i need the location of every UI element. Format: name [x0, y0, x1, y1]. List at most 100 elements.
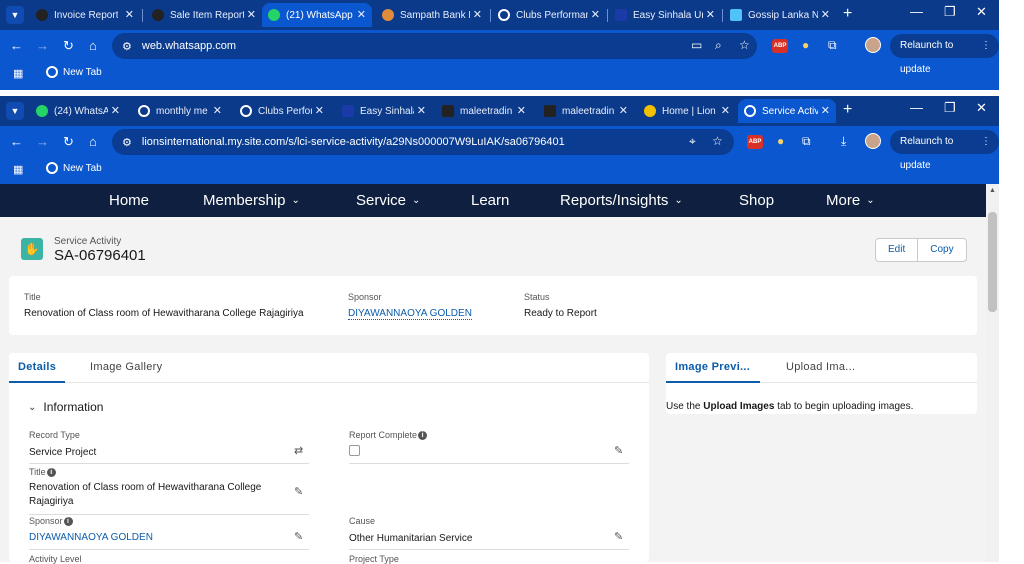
- tab-home-lions[interactable]: Home | Lion ✕: [638, 99, 736, 123]
- zoom-icon[interactable]: ⌕: [715, 38, 722, 53]
- report-complete-checkbox[interactable]: [349, 445, 360, 456]
- new-tab-icon[interactable]: +: [843, 5, 852, 23]
- profile-avatar[interactable]: [865, 133, 881, 149]
- close-window-icon[interactable]: ✕: [976, 4, 987, 20]
- home-icon[interactable]: ⌂: [89, 38, 97, 53]
- tab-sale-item-report[interactable]: Sale Item Report ✕: [146, 3, 262, 27]
- extension-icon[interactable]: ●: [802, 38, 809, 52]
- extension-icon[interactable]: ●: [777, 134, 784, 148]
- tab-clubs-performance[interactable]: Clubs Performan ✕: [492, 3, 606, 27]
- relaunch-button[interactable]: Relaunch to update ⋮: [890, 130, 999, 171]
- tab-maleetrading-2[interactable]: maleetradin ✕: [538, 99, 634, 123]
- site-info-icon[interactable]: ⚙: [122, 40, 132, 53]
- close-tab-icon[interactable]: ✕: [247, 8, 256, 21]
- close-tab-icon[interactable]: ✕: [315, 104, 324, 117]
- pencil-edit-icon[interactable]: ✎: [614, 530, 623, 543]
- extensions-puzzle-icon[interactable]: ⧉: [828, 38, 837, 53]
- extensions-puzzle-icon[interactable]: ⧉: [802, 134, 811, 149]
- close-tab-icon[interactable]: ✕: [357, 8, 366, 21]
- adblock-plus-icon[interactable]: ABP: [772, 39, 788, 53]
- reload-icon[interactable]: ↻: [63, 134, 74, 150]
- minimize-icon[interactable]: —: [910, 4, 923, 19]
- nav-shop[interactable]: Shop: [739, 192, 774, 209]
- pencil-edit-icon[interactable]: ✎: [294, 485, 303, 498]
- page-scrollbar[interactable]: ▲: [986, 184, 999, 562]
- forward-arrow-icon[interactable]: →: [36, 38, 49, 53]
- close-tab-icon[interactable]: ✕: [125, 8, 134, 21]
- tab-clubs-performance[interactable]: Clubs Perfor ✕: [234, 99, 330, 123]
- menu-dots-icon[interactable]: ⋮: [981, 34, 991, 58]
- close-window-icon[interactable]: ✕: [976, 100, 987, 116]
- tab-maleetrading-1[interactable]: maleetradin ✕: [436, 99, 532, 123]
- close-tab-icon[interactable]: ✕: [821, 104, 830, 117]
- bookmark-star-icon[interactable]: ☆: [712, 134, 723, 148]
- nav-learn[interactable]: Learn: [471, 192, 509, 209]
- change-record-type-icon[interactable]: ⇄: [294, 444, 303, 457]
- site-info-icon[interactable]: ⚙: [122, 136, 132, 149]
- tab-easy-sinhala[interactable]: Easy Sinhala Uni ✕: [609, 3, 721, 27]
- close-tab-icon[interactable]: ✕: [473, 8, 482, 21]
- scroll-up-icon[interactable]: ▲: [989, 187, 996, 194]
- home-icon[interactable]: ⌂: [89, 134, 97, 149]
- apps-grid-icon[interactable]: ▦: [13, 67, 23, 80]
- close-tab-icon[interactable]: ✕: [417, 104, 426, 117]
- nav-membership[interactable]: Membership ⌄: [203, 192, 300, 209]
- install-app-icon[interactable]: ▭: [691, 38, 702, 52]
- close-tab-icon[interactable]: ✕: [721, 104, 730, 117]
- tab-image-gallery[interactable]: Image Gallery: [90, 361, 162, 373]
- close-tab-icon[interactable]: ✕: [591, 8, 600, 21]
- section-information[interactable]: ⌄ Information: [28, 400, 103, 414]
- edit-button[interactable]: Edit: [876, 239, 917, 261]
- adblock-plus-icon[interactable]: ABP: [747, 135, 763, 149]
- apps-grid-icon[interactable]: ▦: [13, 163, 23, 176]
- bookmark-new-tab[interactable]: New Tab: [46, 162, 102, 174]
- tab-whatsapp[interactable]: (21) WhatsApp ✕: [262, 3, 372, 27]
- tab-gossip-lanka[interactable]: Gossip Lanka Ne ✕: [724, 3, 836, 27]
- sponsor-link[interactable]: DIYAWANNAOYA GOLDEN: [348, 308, 472, 320]
- tab-image-preview[interactable]: Image Previ...: [675, 361, 750, 373]
- close-tab-icon[interactable]: ✕: [517, 104, 526, 117]
- nav-reports-insights[interactable]: Reports/Insights ⌄: [560, 192, 683, 209]
- tab-search-chevron-icon[interactable]: ▼: [6, 102, 24, 120]
- nav-home[interactable]: Home: [109, 192, 149, 209]
- maximize-icon[interactable]: ❐: [944, 100, 956, 116]
- tab-search-chevron-icon[interactable]: ▼: [6, 6, 24, 24]
- forward-arrow-icon[interactable]: →: [36, 134, 49, 149]
- tab-easy-sinhala[interactable]: Easy Sinhala ✕: [336, 99, 432, 123]
- minimize-icon[interactable]: —: [910, 100, 923, 115]
- profile-avatar[interactable]: [865, 37, 881, 53]
- sponsor-link[interactable]: DIYAWANNAOYA GOLDEN: [29, 531, 309, 545]
- tab-service-activity[interactable]: Service Activ ✕: [738, 99, 836, 123]
- tab-sampath-bank[interactable]: Sampath Bank P ✕: [376, 3, 488, 27]
- bookmark-star-icon[interactable]: ☆: [739, 38, 750, 52]
- reload-icon[interactable]: ↻: [63, 38, 74, 54]
- info-icon[interactable]: i: [418, 430, 428, 440]
- pencil-edit-icon[interactable]: ✎: [614, 444, 623, 457]
- tab-upload-images[interactable]: Upload Ima...: [786, 361, 855, 373]
- nav-service[interactable]: Service ⌄: [356, 192, 420, 209]
- maximize-icon[interactable]: ❐: [944, 4, 956, 20]
- download-icon[interactable]: ⤓: [841, 134, 846, 149]
- tab-invoice-report[interactable]: Invoice Report ✕: [30, 3, 140, 27]
- nav-more[interactable]: More ⌄: [826, 192, 875, 209]
- location-icon[interactable]: ⌖: [689, 134, 696, 149]
- close-tab-icon[interactable]: ✕: [821, 8, 830, 21]
- new-tab-icon[interactable]: +: [843, 101, 852, 119]
- close-tab-icon[interactable]: ✕: [706, 8, 715, 21]
- address-bar[interactable]: ⚙ lionsinternational.my.site.com/s/lci-s…: [112, 129, 734, 155]
- pencil-edit-icon[interactable]: ✎: [294, 530, 303, 543]
- relaunch-button[interactable]: Relaunch to update ⋮: [890, 34, 999, 75]
- address-bar[interactable]: ⚙ web.whatsapp.com: [112, 33, 757, 59]
- menu-dots-icon[interactable]: ⋮: [981, 130, 991, 154]
- close-tab-icon[interactable]: ✕: [213, 104, 222, 117]
- back-arrow-icon[interactable]: ←: [10, 38, 23, 53]
- copy-button[interactable]: Copy: [917, 239, 965, 261]
- back-arrow-icon[interactable]: ←: [10, 134, 23, 149]
- close-tab-icon[interactable]: ✕: [619, 104, 628, 117]
- bookmark-new-tab[interactable]: New Tab: [46, 66, 102, 78]
- info-icon[interactable]: i: [63, 516, 73, 526]
- tab-whatsapp[interactable]: (24) WhatsAp ✕: [30, 99, 126, 123]
- tab-details[interactable]: Details: [18, 361, 56, 373]
- tab-monthly[interactable]: monthly me ✕: [132, 99, 228, 123]
- close-tab-icon[interactable]: ✕: [111, 104, 120, 117]
